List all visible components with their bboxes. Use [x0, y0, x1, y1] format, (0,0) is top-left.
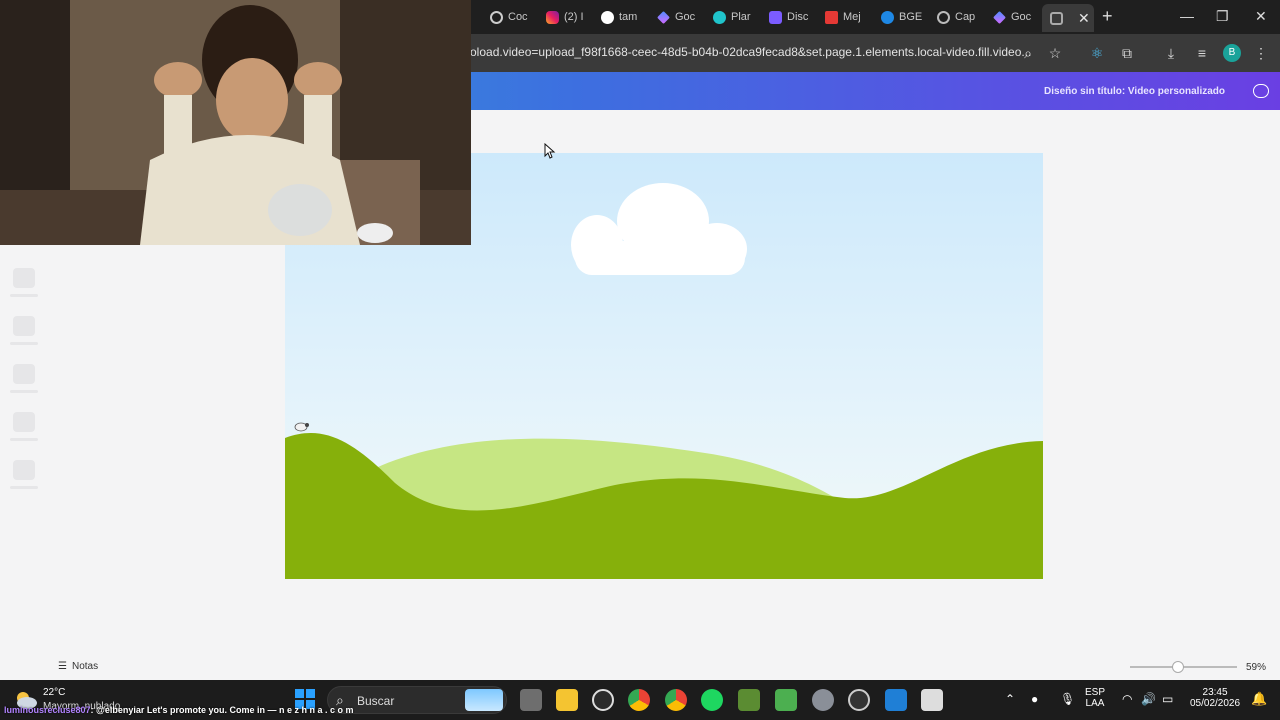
browser-tab-active[interactable]: ✕: [1042, 4, 1094, 32]
comment-icon[interactable]: [1253, 84, 1269, 98]
sidebar-item-placeholder[interactable]: [13, 316, 35, 336]
close-window-icon[interactable]: ✕: [1255, 8, 1267, 25]
bge-icon: [881, 10, 894, 24]
sidebar-label-placeholder: [10, 342, 38, 345]
browser-tab[interactable]: Plar: [713, 6, 755, 28]
browser-tab[interactable]: tam: [601, 6, 643, 28]
new-tab-button[interactable]: +: [1102, 6, 1113, 27]
tray-chevron-icon[interactable]: ⌃: [1005, 692, 1015, 706]
webcam-person-image: [0, 0, 471, 245]
file-explorer-icon[interactable]: [556, 689, 578, 711]
sidebar-item-placeholder[interactable]: [13, 268, 35, 288]
menu-kebab-icon[interactable]: ⋮: [1252, 44, 1270, 62]
cloud: [571, 183, 747, 275]
clock[interactable]: 23:45 05/02/2026: [1190, 687, 1240, 709]
notepad-icon[interactable]: [921, 689, 943, 711]
spotify-icon[interactable]: [701, 689, 723, 711]
browser-tab[interactable]: Mej: [825, 6, 867, 28]
notes-button[interactable]: ☰ Notas: [58, 661, 98, 672]
tray-app-icon[interactable]: ●: [1031, 692, 1038, 706]
language-indicator[interactable]: ESP LAA: [1085, 687, 1105, 709]
notification-bell-icon[interactable]: 🔔: [1251, 691, 1267, 707]
sidebar-item-placeholder[interactable]: [13, 412, 35, 432]
instagram-icon: [546, 10, 559, 24]
microphone-icon[interactable]: 🎙: [1060, 692, 1075, 706]
translate-extension-icon[interactable]: ⚛: [1088, 44, 1106, 62]
webcam-overlay: [0, 0, 471, 245]
search-highlight-image: [465, 689, 503, 711]
sidebar-item-placeholder[interactable]: [13, 364, 35, 384]
browser-tab[interactable]: Goc: [657, 6, 699, 28]
gemini-icon: [657, 10, 670, 24]
sidebar-item-placeholder[interactable]: [13, 460, 35, 480]
zoom-slider-knob[interactable]: [1172, 661, 1184, 673]
design-title[interactable]: Diseño sin título: Video personalizado: [1044, 86, 1225, 97]
browser-tab[interactable]: (2) I: [546, 6, 588, 28]
profile-avatar[interactable]: B: [1223, 44, 1241, 62]
wifi-icon[interactable]: ◠: [1122, 692, 1132, 706]
obs-icon[interactable]: [592, 689, 614, 711]
settings-gear-icon[interactable]: [812, 689, 834, 711]
android-app-icon[interactable]: [775, 689, 797, 711]
task-view-icon[interactable]: [520, 689, 542, 711]
download-icon[interactable]: ⤓: [1162, 44, 1180, 62]
browser-tab[interactable]: BGE: [881, 6, 923, 28]
zoom-level[interactable]: 59%: [1246, 662, 1266, 673]
volume-icon[interactable]: 🔊: [1141, 692, 1156, 706]
sidebar-label-placeholder: [10, 486, 38, 489]
adobe-icon: [825, 10, 838, 24]
sidebar-label-placeholder: [10, 438, 38, 441]
chrome-icon[interactable]: [628, 689, 650, 711]
loading-icon: [1050, 11, 1063, 25]
google-icon: [601, 10, 614, 24]
bookmark-star-icon[interactable]: ☆: [1046, 44, 1064, 62]
sidebar-label-placeholder: [10, 294, 38, 297]
url-text[interactable]: oload.video=upload_f98f1668-ceec-48d5-b0…: [470, 45, 1031, 59]
chat-username: luminousrecluse807: [4, 705, 91, 715]
gemini-icon: [993, 10, 1006, 24]
notes-label: Notas: [71, 661, 99, 672]
minimize-icon[interactable]: —: [1180, 8, 1194, 24]
browser-tab[interactable]: Cap: [937, 6, 979, 28]
canva-icon: [713, 10, 726, 24]
browser-tab[interactable]: Disc: [769, 6, 811, 28]
sheep-icon: [294, 422, 309, 432]
zoom-magnifier-icon[interactable]: ⌕: [1019, 44, 1037, 62]
minecraft-icon[interactable]: [738, 689, 760, 711]
openai-icon: [490, 10, 503, 24]
sidebar-label-placeholder: [10, 390, 38, 393]
battery-icon[interactable]: ▭: [1162, 692, 1173, 706]
browser-tab[interactable]: Goc: [993, 6, 1035, 28]
chat-message: : @elbenyiar Let's promote you. Come in …: [90, 705, 354, 715]
extensions-icon[interactable]: ⧉: [1118, 44, 1136, 62]
search-label: Buscar: [357, 694, 395, 708]
chrome-profile-icon[interactable]: [665, 689, 687, 711]
mouse-cursor-icon: [544, 143, 556, 159]
globe-icon: [937, 10, 950, 24]
browser-tab[interactable]: Coc: [490, 6, 532, 28]
weather-temperature[interactable]: 22°C: [43, 687, 65, 698]
media-control-icon[interactable]: ≡: [1193, 44, 1211, 62]
restore-icon[interactable]: ❐: [1216, 8, 1229, 25]
photos-app-icon[interactable]: [885, 689, 907, 711]
shield-icon: [769, 10, 782, 24]
notes-icon: ☰: [58, 661, 67, 672]
close-tab-icon[interactable]: ✕: [1078, 10, 1090, 27]
media-player-icon[interactable]: [848, 689, 870, 711]
stream-chat-ticker: luminousrecluse807: @elbenyiar Let's pro…: [4, 705, 354, 715]
